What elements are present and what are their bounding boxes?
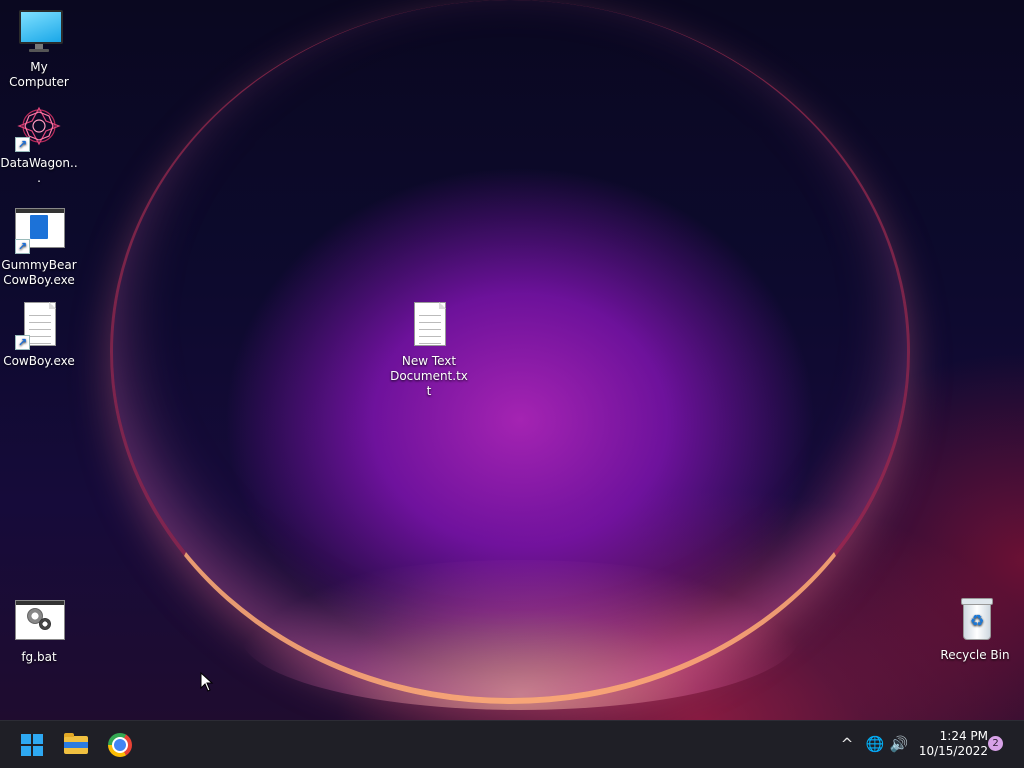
desktop-icon-fg-bat[interactable]: fg.bat <box>0 598 78 665</box>
desktop-icon-label: DataWagon... <box>0 156 78 185</box>
taskbar-chrome-button[interactable] <box>102 727 138 763</box>
desktop-icon-label: New Text Document.txt <box>390 354 468 398</box>
desktop-icon-label: CowBoy.exe <box>3 354 75 368</box>
folder-icon <box>64 733 88 754</box>
wallpaper-glow <box>240 560 800 710</box>
desktop-icon-my-computer[interactable]: My Computer <box>0 8 78 90</box>
batch-gear-icon <box>15 598 65 646</box>
shortcut-arrow-icon: ↗ <box>15 137 30 152</box>
notification-count-badge[interactable]: 2 <box>988 736 1003 751</box>
taskbar-clock[interactable]: 1:24 PM 10/15/2022 <box>912 729 988 759</box>
windows-start-icon <box>21 734 43 756</box>
desktop-icon-label: Recycle Bin <box>940 648 1010 662</box>
desktop-icon-datawagon[interactable]: ↗ DataWagon... <box>0 104 78 186</box>
volume-icon[interactable]: 🔊 <box>888 733 910 755</box>
monitor-icon <box>15 8 63 56</box>
desktop-icon-cowboy[interactable]: ↗ CowBoy.exe <box>0 302 78 369</box>
desktop-icon-gummybearcowboy[interactable]: ↗ GummyBearCowBoy.exe <box>0 206 78 288</box>
clock-date: 10/15/2022 <box>918 744 988 758</box>
shortcut-arrow-icon: ↗ <box>15 335 30 350</box>
desktop-icon-label: GummyBearCowBoy.exe <box>1 258 77 287</box>
chrome-icon <box>108 733 132 757</box>
show-hidden-icons-chevron-icon[interactable]: ^ <box>836 733 858 755</box>
taskbar: ^ 🌐 🔊 1:24 PM 10/15/2022 2 <box>0 720 1024 768</box>
fractal-app-icon: ↗ <box>15 104 63 152</box>
desktop-icon-new-text-document[interactable]: New Text Document.txt <box>390 302 468 399</box>
wallpaper-sphere <box>110 0 910 704</box>
document-icon: ↗ <box>15 302 63 350</box>
taskbar-file-explorer-button[interactable] <box>58 727 94 763</box>
recycle-bin-icon: ♻ <box>951 596 999 644</box>
desktop[interactable]: My Computer ↗ DataWagon... ↗ GummyBearCo… <box>0 0 1024 720</box>
mouse-cursor-icon <box>200 672 214 692</box>
document-icon <box>405 302 453 350</box>
desktop-icon-recycle-bin[interactable]: ♻ Recycle Bin <box>936 596 1014 663</box>
desktop-icon-label: My Computer <box>9 60 69 89</box>
shortcut-arrow-icon: ↗ <box>15 239 30 254</box>
network-globe-icon[interactable]: 🌐 <box>864 733 886 755</box>
clock-time: 1:24 PM <box>939 729 988 743</box>
desktop-icon-label: fg.bat <box>21 650 57 664</box>
start-button[interactable] <box>14 727 50 763</box>
window-app-icon: ↗ <box>15 206 65 254</box>
